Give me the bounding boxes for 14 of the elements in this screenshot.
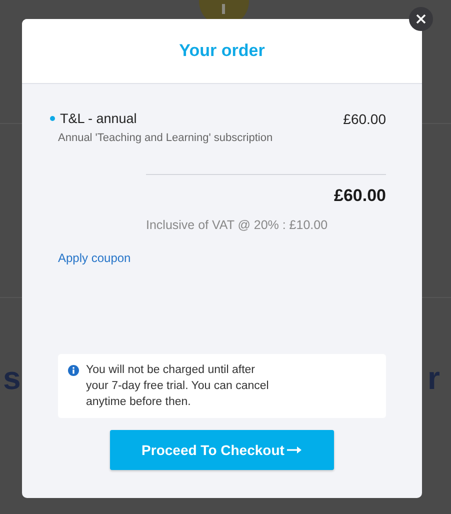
close-icon xyxy=(416,14,426,24)
item-description: Annual 'Teaching and Learning' subscription xyxy=(58,132,273,144)
bullet-icon xyxy=(50,116,55,121)
total-price: £60.00 xyxy=(334,186,386,206)
checkout-button[interactable]: Proceed To Checkout xyxy=(110,430,334,470)
item-price: £60.00 xyxy=(343,111,386,127)
info-text: You will not be charged until after your 7-day free trial. You can cancel anytime before then. xyxy=(86,363,270,410)
dialog-title: Your order xyxy=(179,41,265,61)
apply-coupon-link[interactable]: Apply coupon xyxy=(58,251,131,265)
item-name: T&L - annual xyxy=(60,111,137,126)
arrow-icon xyxy=(287,446,302,454)
vat-note: Inclusive of VAT @ 20% : £10.00 xyxy=(146,218,329,232)
info-icon xyxy=(68,365,79,376)
close-button[interactable] xyxy=(409,7,433,31)
